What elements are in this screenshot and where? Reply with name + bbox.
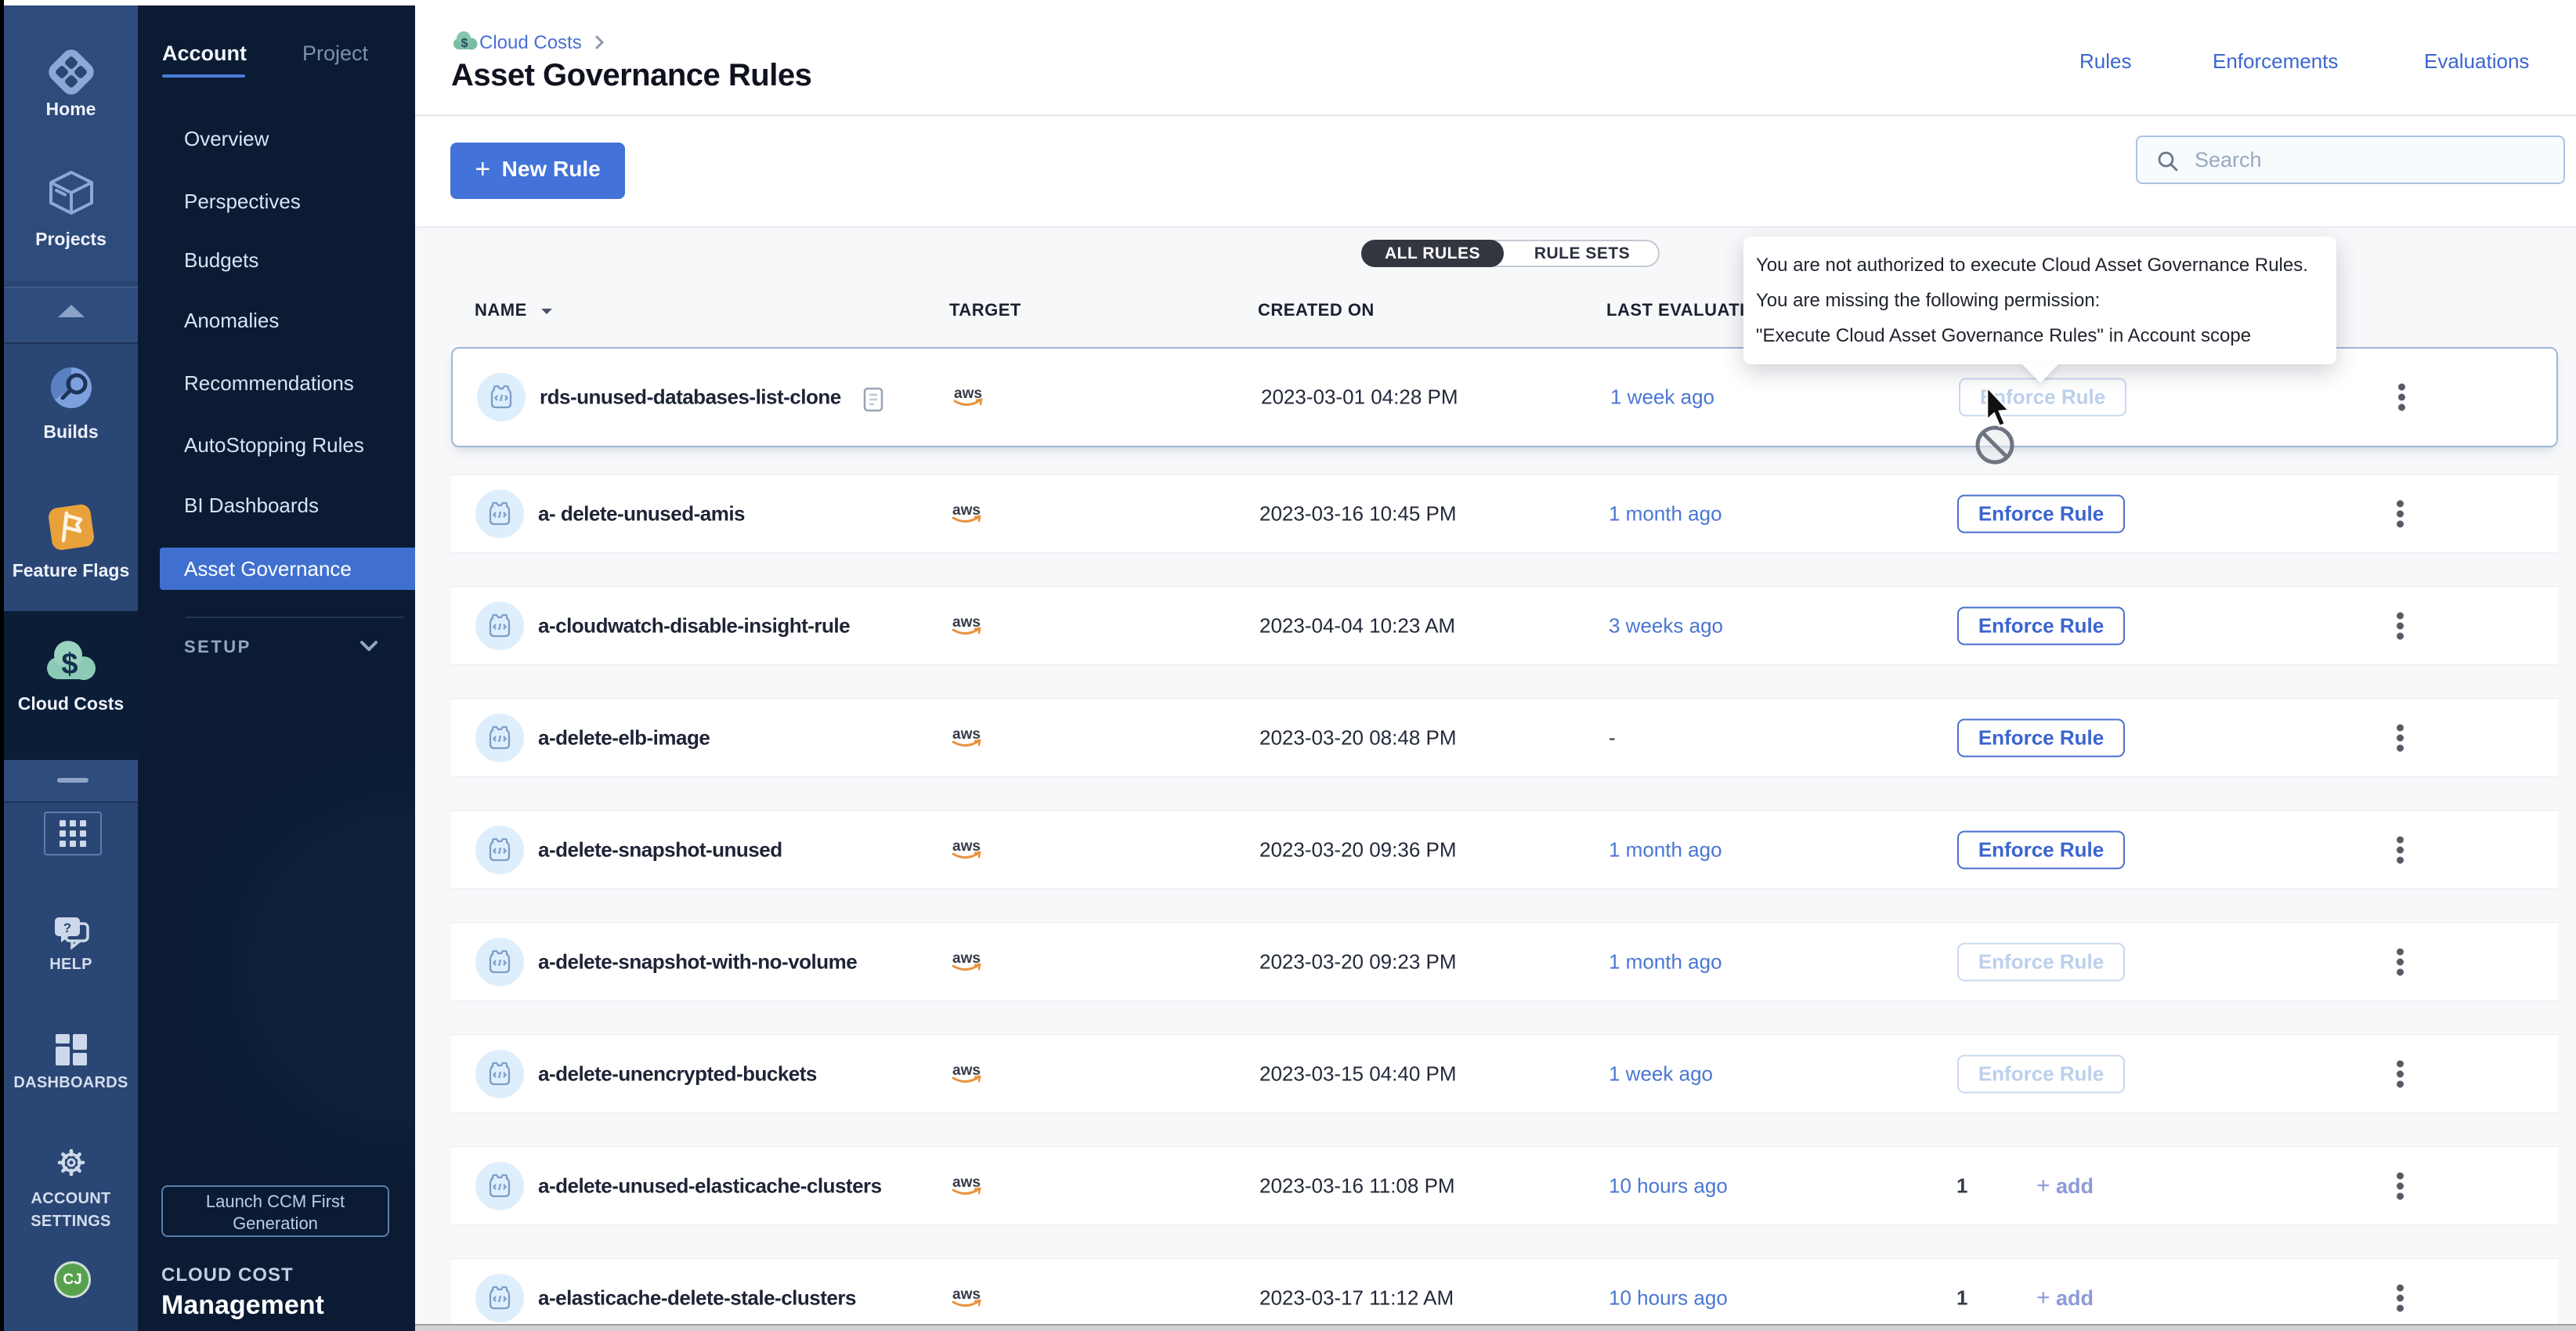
svg-text:$: $ [461,37,468,50]
svg-text:$: $ [61,648,78,681]
svg-text:?: ? [63,920,70,935]
